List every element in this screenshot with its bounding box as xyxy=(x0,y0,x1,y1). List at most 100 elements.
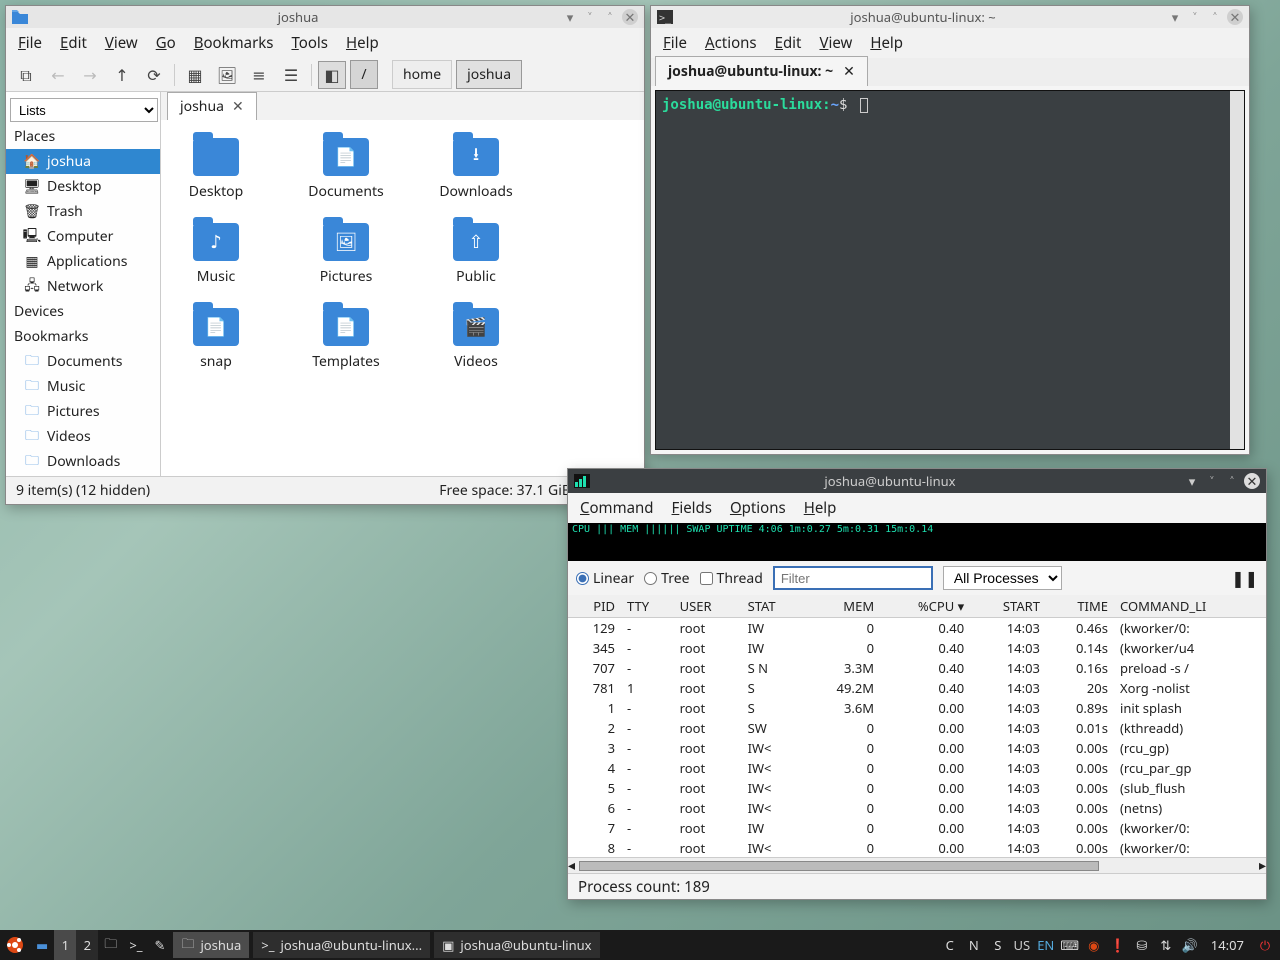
minimize-icon[interactable]: ▾ xyxy=(562,9,578,25)
fm-menu-tools[interactable]: Tools xyxy=(291,33,328,53)
term-menu-edit[interactable]: Edit xyxy=(775,33,802,53)
folder-pictures[interactable]: 🖼Pictures xyxy=(301,223,391,286)
bookmark-music[interactable]: 🗀Music xyxy=(6,374,160,399)
mode-linear[interactable]: Linear xyxy=(576,569,634,588)
view-list-icon[interactable]: ≡ xyxy=(245,61,273,89)
col-time[interactable]: TIME xyxy=(1046,595,1114,618)
view-compact-icon[interactable]: ☰ xyxy=(277,61,305,89)
scope-select[interactable]: All Processes xyxy=(943,566,1062,590)
process-row[interactable]: 7-rootIW00.0014:030.00s(kworker/0: xyxy=(568,818,1266,838)
process-row[interactable]: 707-rootS N3.3M0.4014:030.16spreload -s … xyxy=(568,658,1266,678)
process-row[interactable]: 2-rootSW00.0014:030.01s(kthreadd) xyxy=(568,718,1266,738)
process-row[interactable]: 6-rootIW<00.0014:030.00s(netns) xyxy=(568,798,1266,818)
network-icon[interactable]: ⇅ xyxy=(1157,936,1175,954)
process-row[interactable]: 4-rootIW<00.0014:030.00s(rcu_par_gp xyxy=(568,758,1266,778)
pause-icon[interactable]: ❚❚ xyxy=(1231,567,1258,589)
fm-menu-help[interactable]: Help xyxy=(346,33,379,53)
term-titlebar[interactable]: >_ joshua@ubuntu-linux: ~ ▾ ˅ ˄ ✕ xyxy=(651,6,1249,28)
folder-desktop[interactable]: Desktop xyxy=(171,138,261,201)
close-icon[interactable]: ✕ xyxy=(1227,9,1243,25)
fm-menu-file[interactable]: File xyxy=(18,33,42,53)
process-row[interactable]: 129-rootIW00.4014:030.46s(kworker/0: xyxy=(568,618,1266,639)
view-grid-icon[interactable]: ▦ xyxy=(181,61,209,89)
process-row[interactable]: 345-rootIW00.4014:030.14s(kworker/u4 xyxy=(568,638,1266,658)
launcher-term-icon[interactable]: >_ xyxy=(123,930,148,960)
bookmark-downloads[interactable]: 🗀Downloads xyxy=(6,449,160,474)
disk-icon[interactable]: ⛁ xyxy=(1133,936,1151,954)
folder-templates[interactable]: 📄Templates xyxy=(301,308,391,371)
lang[interactable]: EN xyxy=(1037,936,1055,954)
keyboard-icon[interactable]: ⌨ xyxy=(1061,936,1079,954)
col-start[interactable]: START xyxy=(970,595,1046,618)
ind-n[interactable]: N xyxy=(965,936,983,954)
term-tab[interactable]: joshua@ubuntu-linux: ~ ✕ xyxy=(655,56,868,86)
close-icon[interactable]: ✕ xyxy=(1244,473,1260,489)
col-commandli[interactable]: COMMAND_LI xyxy=(1114,595,1266,618)
maximize-down-icon[interactable]: ˅ xyxy=(1187,9,1203,25)
bookmark-videos[interactable]: 🗀Videos xyxy=(6,424,160,449)
path-root[interactable]: / xyxy=(350,60,378,89)
place-network[interactable]: 🖧Network xyxy=(6,274,160,299)
filter-input[interactable] xyxy=(773,566,933,590)
place-applications[interactable]: ▦Applications xyxy=(6,249,160,274)
proc-table[interactable]: PIDTTYUSERSTATMEM%CPU ▾STARTTIMECOMMAND_… xyxy=(568,595,1266,857)
maximize-down-icon[interactable]: ˅ xyxy=(582,9,598,25)
launcher-files-icon[interactable]: 🗀 xyxy=(98,930,123,960)
proc-menu-fields[interactable]: Fields xyxy=(672,498,712,518)
place-trash[interactable]: 🗑Trash xyxy=(6,199,160,224)
minimize-icon[interactable]: ▾ xyxy=(1167,9,1183,25)
term-menu-actions[interactable]: Actions xyxy=(705,33,757,53)
bookmark-pictures[interactable]: 🗀Pictures xyxy=(6,399,160,424)
mode-tree[interactable]: Tree xyxy=(644,569,689,588)
new-tab-icon[interactable]: ⧉ xyxy=(12,61,40,89)
power-icon[interactable]: ⏻ xyxy=(1256,936,1274,954)
folder-documents[interactable]: 📄Documents xyxy=(301,138,391,201)
folder-music[interactable]: ♪Music xyxy=(171,223,261,286)
maximize-up-icon[interactable]: ˄ xyxy=(1224,473,1240,489)
place-computer[interactable]: 🖳Computer xyxy=(6,224,160,249)
folder-public[interactable]: ⇧Public xyxy=(431,223,521,286)
path-seg-home[interactable]: home xyxy=(392,60,452,89)
tab-close-icon[interactable]: ✕ xyxy=(843,62,855,81)
fm-tab[interactable]: joshua ✕ xyxy=(167,92,257,120)
folder-snap[interactable]: 📄snap xyxy=(171,308,261,371)
col-mem[interactable]: MEM xyxy=(804,595,881,618)
folder-downloads[interactable]: ⭳Downloads xyxy=(431,138,521,201)
term-body[interactable]: joshua@ubuntu-linux:~$ xyxy=(655,90,1245,450)
col-pid[interactable]: PID xyxy=(568,595,621,618)
folder-videos[interactable]: 🎬Videos xyxy=(431,308,521,371)
mode-thread[interactable]: Thread xyxy=(700,569,763,588)
task-0[interactable]: 🗀joshua xyxy=(173,932,249,958)
task-2[interactable]: ▣joshua@ubuntu-linux xyxy=(434,932,599,958)
ind-c[interactable]: C xyxy=(941,936,959,954)
tab-close-icon[interactable]: ✕ xyxy=(232,97,244,116)
term-scrollbar[interactable] xyxy=(1230,91,1244,449)
path-seg-user[interactable]: joshua xyxy=(456,60,522,89)
close-icon[interactable]: ✕ xyxy=(622,9,638,25)
fm-titlebar[interactable]: joshua ▾ ˅ ˄ ✕ xyxy=(6,6,644,28)
minimize-icon[interactable]: ▾ xyxy=(1184,473,1200,489)
volume-icon[interactable]: 🔊 xyxy=(1181,936,1199,954)
proc-hscrollbar[interactable]: ◂▸ xyxy=(568,857,1266,873)
process-row[interactable]: 8-rootIW<00.0014:030.00s(kworker/0: xyxy=(568,838,1266,857)
update-icon[interactable]: ◉ xyxy=(1085,936,1103,954)
back-icon[interactable]: ← xyxy=(44,61,72,89)
reload-icon[interactable]: ⟳ xyxy=(140,61,168,89)
notify-icon[interactable]: ❗ xyxy=(1109,936,1127,954)
term-menu-view[interactable]: View xyxy=(819,33,852,53)
view-thumb-icon[interactable]: 🖼 xyxy=(213,61,241,89)
workspace-2[interactable]: 2 xyxy=(76,930,98,960)
process-row[interactable]: 1-rootS3.6M0.0014:030.89sinit splash xyxy=(568,698,1266,718)
fm-menu-edit[interactable]: Edit xyxy=(60,33,87,53)
bookmark-documents[interactable]: 🗀Documents xyxy=(6,349,160,374)
fm-menu-view[interactable]: View xyxy=(105,33,138,53)
kb-layout[interactable]: US xyxy=(1013,936,1031,954)
launcher-editor-icon[interactable]: ✎ xyxy=(149,930,172,960)
fm-menu-bookmarks[interactable]: Bookmarks xyxy=(194,33,274,53)
whisker-menu-icon[interactable] xyxy=(0,930,30,960)
process-row[interactable]: 5-rootIW<00.0014:030.00s(slub_flush xyxy=(568,778,1266,798)
fm-icon-area[interactable]: Desktop 📄Documents ⭳Downloads ♪Music 🖼Pictur… xyxy=(161,120,644,476)
forward-icon[interactable]: → xyxy=(76,61,104,89)
fm-menu-go[interactable]: Go xyxy=(156,33,176,53)
col-stat[interactable]: STAT xyxy=(742,595,804,618)
